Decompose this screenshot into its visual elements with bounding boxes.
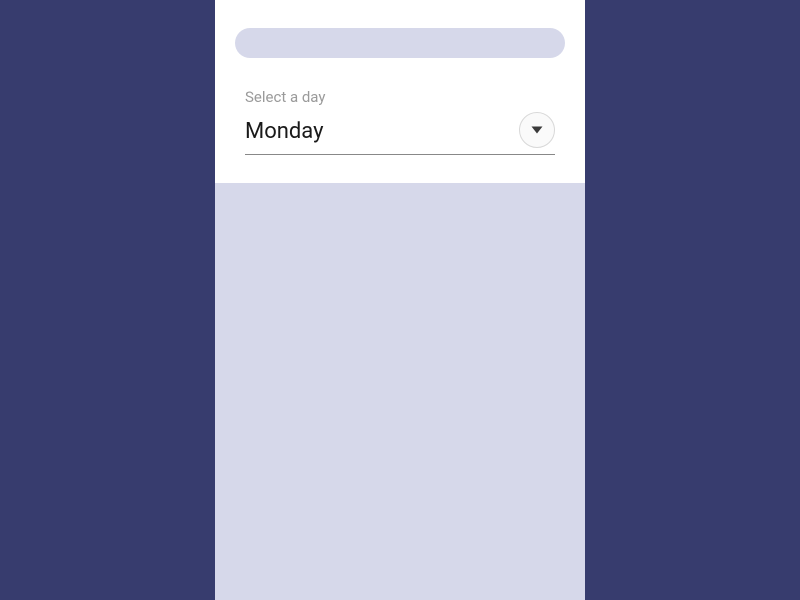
chevron-down-icon (530, 125, 544, 135)
day-select-value: Monday (245, 119, 324, 144)
placeholder-pill (235, 28, 565, 58)
dropdown-button[interactable] (519, 112, 555, 148)
day-select-row[interactable]: Monday (245, 112, 555, 155)
day-select-label: Select a day (245, 88, 555, 106)
top-panel: Select a day Monday (215, 0, 585, 183)
day-select[interactable]: Select a day Monday (235, 88, 565, 155)
phone-frame: Select a day Monday (215, 0, 585, 600)
